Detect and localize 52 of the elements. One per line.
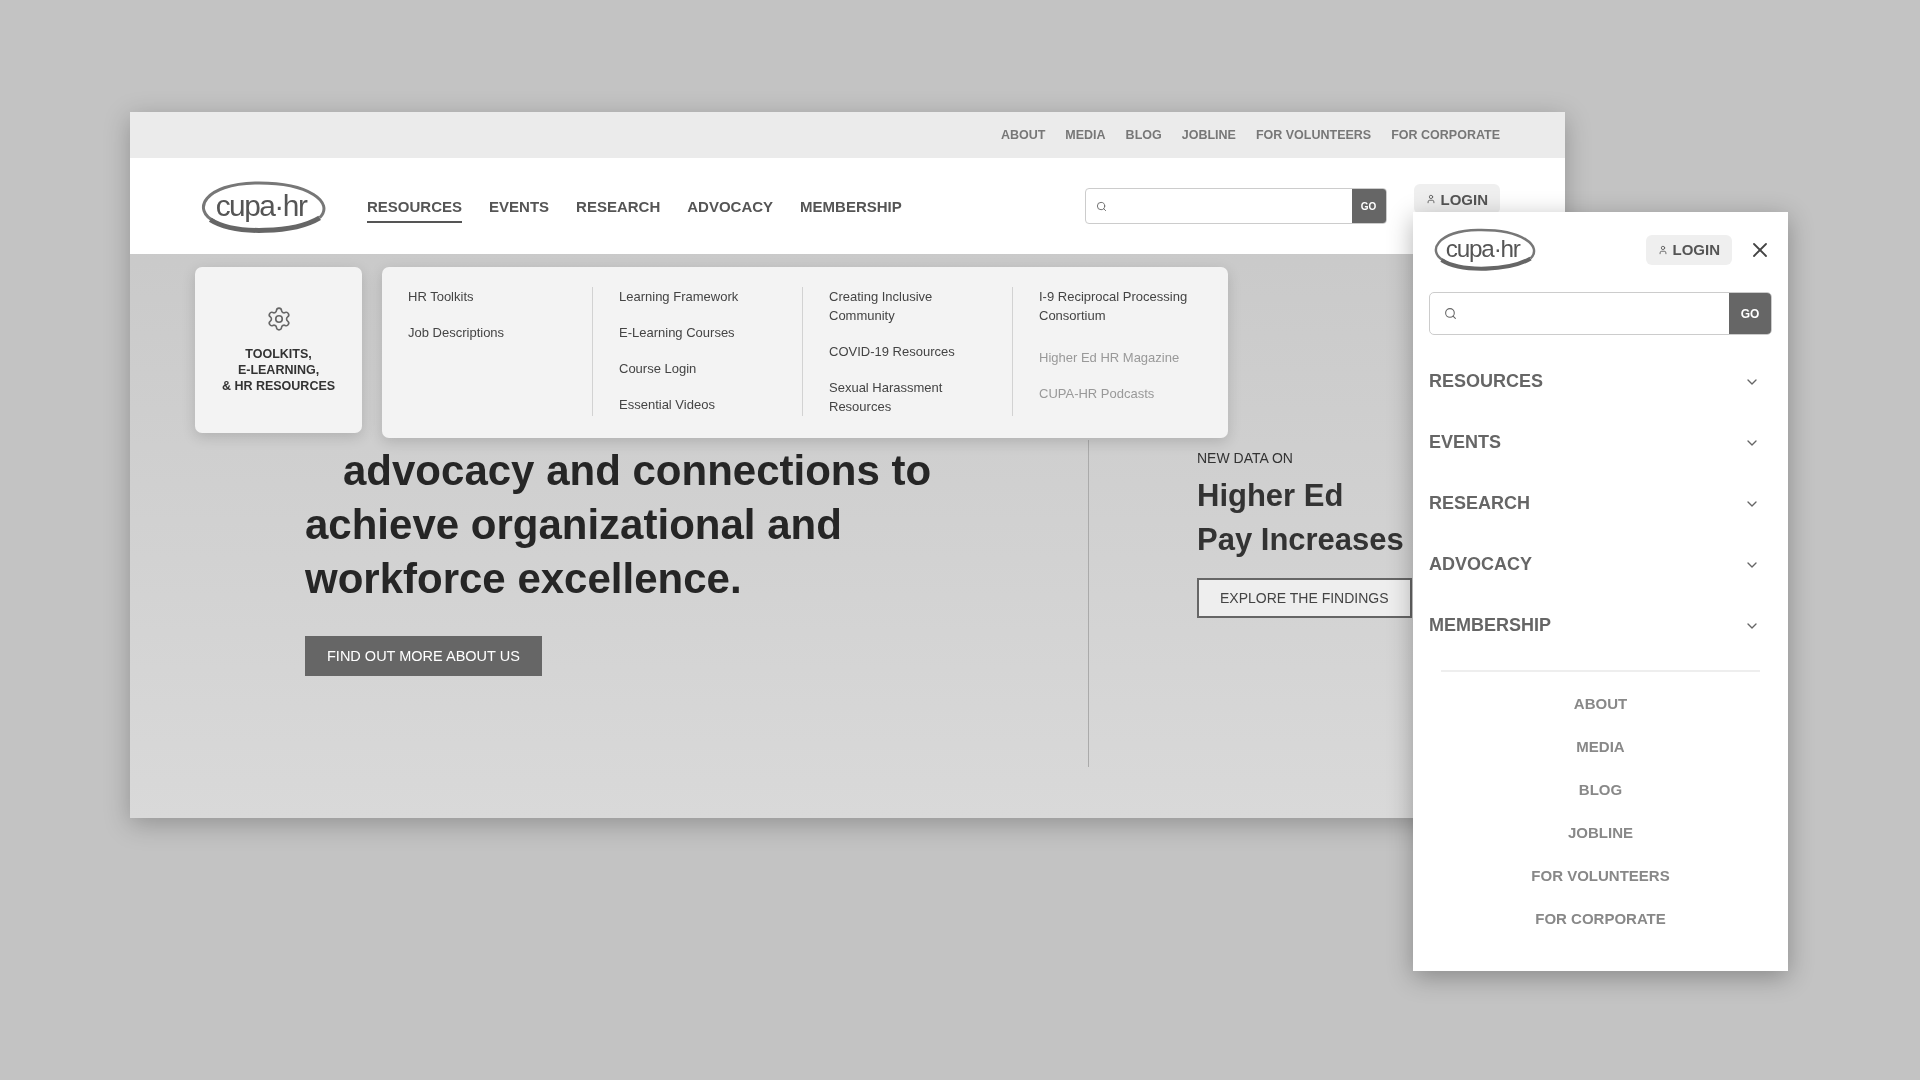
menu-link[interactable]: Learning Framework — [619, 287, 791, 306]
mobile-link[interactable]: FOR VOLUNTEERS — [1531, 854, 1670, 897]
accordion-item[interactable]: ADVOCACY — [1429, 534, 1772, 595]
mobile-link[interactable]: ABOUT — [1573, 682, 1628, 725]
accordion-item[interactable]: RESEARCH — [1429, 473, 1772, 534]
explore-findings-button[interactable]: EXPLORE THE FINDINGS — [1197, 578, 1412, 618]
top-nav-link[interactable]: FOR VOLUNTEERS — [1255, 128, 1372, 142]
nav-tab[interactable]: EVENTS — [489, 189, 550, 223]
gear-icon — [265, 306, 292, 332]
top-nav-link[interactable]: FOR CORPORATE — [1391, 128, 1500, 142]
nav-tab[interactable]: RESEARCH — [576, 189, 661, 223]
logo[interactable]: cupa·hr — [1429, 226, 1539, 273]
nav-tab[interactable]: RESOURCES — [367, 189, 463, 223]
logo[interactable]: cupa·hr — [195, 177, 330, 235]
mobile-link[interactable]: BLOG — [1578, 768, 1623, 811]
menu-link[interactable]: Sexual Harassment Resources — [829, 378, 1001, 416]
menu-link[interactable]: Essential Videos — [619, 395, 791, 414]
user-icon — [1657, 244, 1668, 255]
promo-title: Higher Ed Pay Increases — [1197, 477, 1404, 559]
login-button[interactable]: LOGIN — [1413, 184, 1500, 214]
menu-link[interactable]: Job Descriptions — [408, 323, 581, 342]
mobile-link[interactable]: FOR CORPORATE — [1535, 897, 1666, 940]
menu-link[interactable]: Creating Inclusive Community — [829, 287, 1001, 325]
go-button[interactable]: GO — [1351, 189, 1386, 223]
login-button[interactable]: LOGIN — [1645, 234, 1732, 265]
menu-link[interactable]: E-Learning Courses — [619, 323, 791, 342]
mobile-link[interactable]: JOBLINE — [1568, 811, 1633, 854]
top-nav-link[interactable]: JOBLINE — [1181, 128, 1236, 142]
hero-heading: advocacy and connections to achieve organizational and workforce excellence. — [305, 446, 932, 604]
go-button[interactable]: GO — [1729, 293, 1771, 334]
user-icon — [1425, 194, 1436, 204]
menu-link[interactable]: HR Toolkits — [408, 287, 581, 306]
top-nav-link[interactable]: BLOG — [1125, 128, 1162, 142]
search-icon — [1444, 307, 1457, 320]
mobile-link[interactable]: MEDIA — [1576, 725, 1625, 768]
promo-eyebrow: NEW DATA ON — [1197, 450, 1294, 466]
menu-link[interactable]: I-9 Reciprocal Processing Consortium — [1039, 287, 1211, 325]
accordion-item[interactable]: EVENTS — [1429, 412, 1772, 473]
search-field[interactable]: GO — [1084, 188, 1387, 224]
accordion-item[interactable]: MEMBERSHIP — [1429, 595, 1772, 656]
nav-tab[interactable]: ADVOCACY — [687, 189, 774, 223]
feature-card[interactable]: TOOLKITS, E-LEARNING, & HR RESOURCES — [195, 267, 362, 433]
search-icon — [1095, 200, 1107, 212]
top-nav-link[interactable]: ABOUT — [1000, 128, 1046, 142]
menu-link[interactable]: COVID-19 Resources — [829, 342, 1001, 361]
nav-tab[interactable]: MEMBERSHIP — [800, 189, 902, 223]
find-out-more-button[interactable]: FIND OUT MORE ABOUT US — [305, 636, 542, 676]
feature-title: TOOLKITS, E-LEARNING, & HR RESOURCES — [221, 346, 336, 394]
accordion-item[interactable]: RESOURCES — [1429, 351, 1772, 412]
search-field[interactable]: GO — [1429, 292, 1772, 335]
menu-link[interactable]: Course Login — [619, 359, 791, 378]
top-nav-link[interactable]: MEDIA — [1065, 128, 1106, 142]
